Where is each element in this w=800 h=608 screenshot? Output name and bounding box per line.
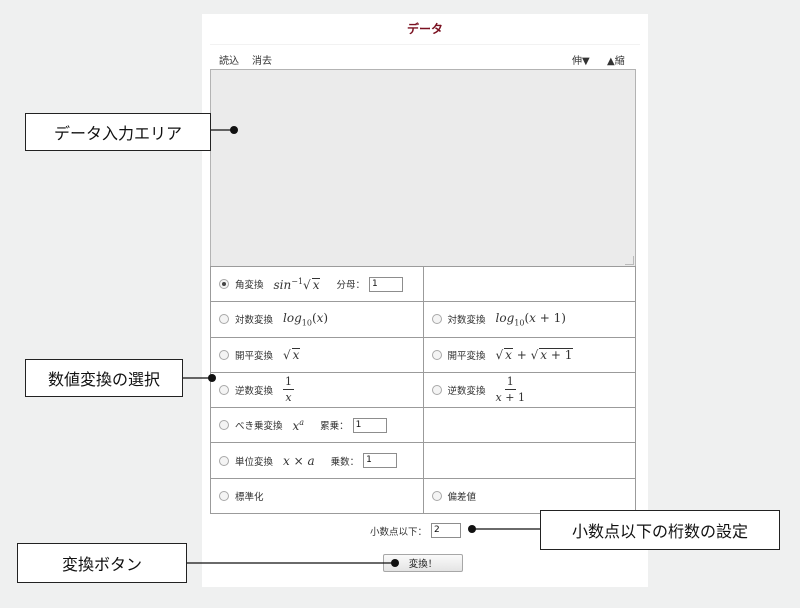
data-input-area[interactable]	[210, 69, 636, 267]
option-deviation-cell: 偏差値	[422, 477, 636, 515]
callout-button: 変換ボタン	[17, 543, 187, 583]
power-radio[interactable]	[219, 420, 229, 431]
inverse-plus-one-label: 逆数変換	[447, 385, 486, 397]
sqrt-sum-radio[interactable]	[431, 349, 442, 360]
option-angle-cell: 角変換 sin−1√ x 分母： 1	[210, 265, 424, 303]
decimals-setting: 小数点以下： 2	[370, 523, 462, 538]
power-label: べき乗変換	[235, 421, 283, 433]
empty-cell	[422, 407, 636, 444]
option-sqrt-sum-cell: 開平変換 √ x + √ x + 1	[422, 336, 636, 373]
panel-title: データ	[406, 22, 443, 36]
inverse-plus-one-formula: 1x + 1	[495, 375, 525, 405]
power-formula: xa	[292, 417, 305, 433]
decimals-input[interactable]: 2	[431, 523, 462, 538]
power-input[interactable]: 1	[352, 417, 387, 433]
empty-cell	[422, 442, 636, 479]
angle-radio[interactable]	[219, 279, 229, 290]
title-divider	[210, 44, 640, 45]
angle-label: 角変換	[235, 280, 264, 292]
sqrt-sum-formula: √ x + √ x + 1	[495, 347, 574, 362]
clear-button[interactable]: 消去	[252, 52, 272, 67]
inverse-label: 逆数変換	[235, 385, 274, 397]
callout-data-area: データ入力エリア	[25, 113, 211, 151]
option-inverse-plus-one-cell: 逆数変換 1x + 1	[422, 371, 636, 409]
option-log-cell: 対数変換 log10(x)	[210, 301, 424, 338]
standardize-radio[interactable]	[219, 490, 229, 501]
log-plus-one-formula: log10(x + 1)	[495, 311, 566, 328]
angle-formula: sin−1√ x	[273, 276, 321, 292]
option-log-plus-one-cell: 対数変換 log10(x + 1)	[422, 301, 636, 338]
sqrt-formula: √ x	[283, 347, 301, 362]
unit-label: 単位変換	[235, 456, 274, 468]
log-label: 対数変換	[235, 315, 274, 327]
option-inverse-cell: 逆数変換 1x	[210, 371, 424, 409]
data-panel: データ 読込 消去 伸▼ ▲縮 角変換 sin−1√ x 分母： 1 対数変換 …	[202, 14, 648, 587]
sqrt-sum-label: 開平変換	[447, 350, 486, 362]
sqrt-label: 開平変換	[235, 350, 274, 362]
callout-decimals: 小数点以下の桁数の設定	[540, 510, 780, 550]
option-standardize-cell: 標準化	[210, 477, 424, 515]
option-sqrt-cell: 開平変換 √ x	[210, 336, 424, 373]
unit-formula: x × a	[283, 453, 315, 468]
log-plus-one-radio[interactable]	[431, 314, 442, 325]
sqrt-radio[interactable]	[219, 349, 229, 360]
log-formula: log10(x)	[283, 311, 329, 328]
transform-options-table: 角変換 sin−1√ x 分母： 1 対数変換 log10(x) 対数変換 lo…	[210, 265, 636, 515]
inverse-formula: 1x	[283, 375, 295, 405]
power-field-label: 累乗：	[320, 421, 349, 433]
expand-button[interactable]: 伸▼	[572, 52, 590, 67]
option-power-cell: べき乗変換 xa 累乗： 1	[210, 407, 424, 444]
resize-grip-icon[interactable]	[625, 256, 634, 265]
deviation-label: 偏差値	[447, 491, 477, 503]
empty-cell	[422, 265, 636, 303]
unit-radio[interactable]	[219, 455, 229, 466]
inverse-radio[interactable]	[219, 384, 229, 395]
denominator-input[interactable]: 1	[369, 276, 403, 292]
convert-button[interactable]: 変換！	[383, 554, 463, 572]
standardize-label: 標準化	[235, 491, 264, 503]
deviation-radio[interactable]	[431, 490, 442, 501]
denominator-label: 分母：	[336, 280, 365, 292]
load-button[interactable]: 読込	[219, 52, 239, 67]
shrink-button[interactable]: ▲縮	[607, 52, 625, 67]
decimals-label: 小数点以下：	[370, 526, 428, 538]
log-radio[interactable]	[219, 314, 229, 325]
inverse-plus-one-radio[interactable]	[431, 384, 442, 395]
multiplier-input[interactable]: 1	[363, 453, 398, 469]
multiplier-label: 乗数：	[330, 456, 360, 468]
option-unit-cell: 単位変換 x × a 乗数： 1	[210, 442, 424, 479]
callout-selection: 数値変換の選択	[25, 359, 183, 397]
log-plus-one-label: 対数変換	[447, 315, 486, 327]
